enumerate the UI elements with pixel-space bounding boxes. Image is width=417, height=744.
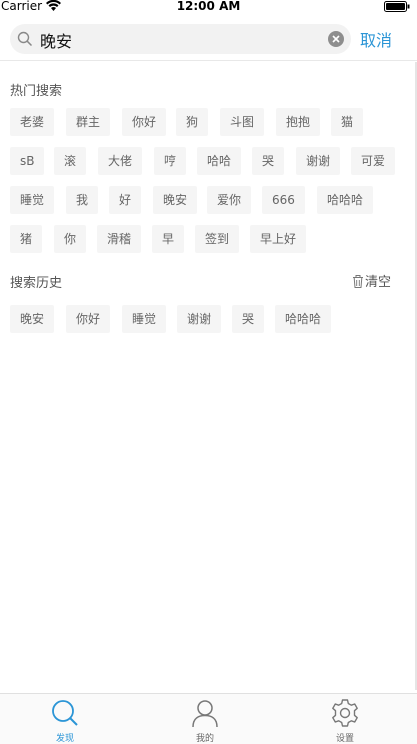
- history-tag[interactable]: 你好: [66, 305, 111, 333]
- history-tag[interactable]: 谢谢: [177, 305, 222, 333]
- hot-search-title: 热门搜索: [10, 84, 63, 99]
- header-divider: [0, 60, 417, 61]
- history-tag[interactable]: 晚安: [10, 305, 55, 333]
- search-history-title: 搜索历史: [10, 276, 63, 291]
- tab-settings-label: 设置: [335, 734, 354, 744]
- hot-search-tag[interactable]: 狗: [176, 108, 209, 136]
- search-input[interactable]: 晚安: [10, 24, 351, 54]
- status-bar: Carrier 12:00 AM: [0, 0, 417, 14]
- hot-search-tag[interactable]: 签到: [195, 225, 240, 253]
- hot-search-tag[interactable]: 睡觉: [10, 186, 55, 214]
- search-icon: [17, 31, 33, 47]
- hot-search-tag[interactable]: 早: [152, 225, 185, 253]
- hot-search-tag[interactable]: 你: [54, 225, 87, 253]
- battery-icon: [384, 1, 410, 12]
- hot-search-tag[interactable]: 666: [262, 186, 305, 214]
- hot-search-tag[interactable]: 爱你: [207, 186, 252, 214]
- tab-discover-label: 发现: [55, 734, 74, 744]
- search-query-text[interactable]: 晚安: [40, 28, 72, 52]
- hot-search-tag[interactable]: 斗图: [220, 108, 265, 136]
- hot-search-tag[interactable]: 老婆: [10, 108, 55, 136]
- hot-search-tag[interactable]: 群主: [66, 108, 111, 136]
- hot-search-tag[interactable]: 你好: [122, 108, 167, 136]
- clear-input-icon[interactable]: [327, 30, 345, 48]
- hot-search-tag[interactable]: 早上好: [250, 225, 307, 253]
- status-time: 12:00 AM: [176, 0, 241, 13]
- tab-mine-label: 我的: [195, 734, 214, 744]
- tab-bar: 发现 我的 设置: [0, 693, 417, 744]
- hot-search-tag[interactable]: 滑稽: [97, 225, 142, 253]
- user-icon: [192, 700, 218, 728]
- hot-search-tag[interactable]: 可爱: [351, 147, 396, 175]
- tab-settings[interactable]: 设置: [315, 694, 375, 744]
- history-tag[interactable]: 哭: [232, 305, 265, 333]
- hot-search-tag[interactable]: 滚: [54, 147, 87, 175]
- hot-search-tag[interactable]: 抱抱: [276, 108, 321, 136]
- tab-mine[interactable]: 我的: [175, 694, 235, 744]
- hot-search-tag[interactable]: 哈哈哈: [317, 186, 374, 214]
- clear-history-button[interactable]: 清空: [352, 271, 391, 290]
- hot-search-tag[interactable]: 谢谢: [296, 147, 341, 175]
- tab-discover[interactable]: 发现: [35, 694, 95, 744]
- hot-search-tag[interactable]: 猫: [331, 108, 364, 136]
- history-tag[interactable]: 睡觉: [122, 305, 167, 333]
- hot-search-tag[interactable]: 哭: [252, 147, 285, 175]
- clear-history-label: 清空: [365, 275, 392, 290]
- hot-search-tag[interactable]: 晚安: [153, 186, 198, 214]
- gear-icon: [332, 699, 358, 727]
- hot-search-tag[interactable]: 猪: [10, 225, 43, 253]
- hot-search-tag[interactable]: sB: [10, 147, 45, 175]
- hot-search-tag[interactable]: 哼: [154, 147, 187, 175]
- search-icon: [52, 700, 78, 726]
- hot-search-tag[interactable]: 哈哈: [197, 147, 242, 175]
- hot-search-tag[interactable]: 好: [109, 186, 142, 214]
- hot-search-tag[interactable]: 我: [66, 186, 99, 214]
- hot-search-tag[interactable]: 大佬: [98, 147, 143, 175]
- cancel-button[interactable]: 取消: [360, 27, 392, 51]
- trash-icon: [353, 275, 363, 288]
- history-tag[interactable]: 哈哈哈: [275, 305, 332, 333]
